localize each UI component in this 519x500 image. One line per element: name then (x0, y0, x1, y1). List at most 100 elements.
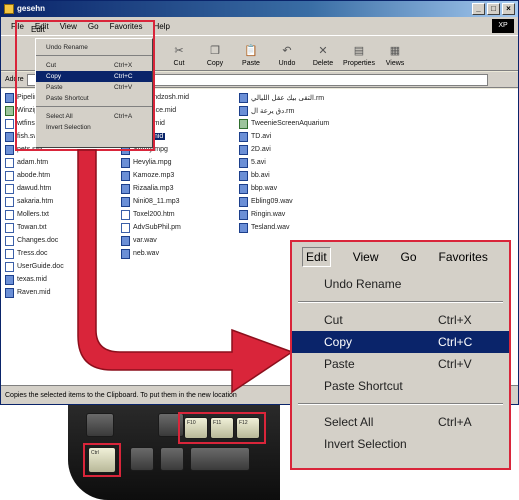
file-item[interactable]: var.wav (121, 234, 189, 247)
file-name: Tesland.wav (251, 224, 290, 231)
file-item[interactable]: Nini08_11.mp3 (121, 195, 189, 208)
file-item[interactable]: UserGuide.doc (5, 260, 64, 273)
menu-item-label: Cut (46, 62, 57, 69)
menu-item-paste[interactable]: Paste Ctrl+V (292, 353, 509, 375)
small-menu-edit[interactable]: Edit (31, 25, 45, 34)
doc-file-icon (5, 157, 14, 168)
file-name: AdvSubPhil.pm (133, 224, 181, 231)
file-item[interactable]: انا كلام الغلم.avi (111, 351, 170, 364)
file-item[interactable]: Toxel200.htm (121, 208, 189, 221)
file-name: bbp.wav (251, 185, 278, 192)
file-name: Tress.doc (17, 250, 48, 257)
menu-item-paste-shortcut[interactable]: Paste Shortcut (292, 375, 509, 397)
file-item[interactable]: Tesland.wav (239, 221, 329, 234)
file-item[interactable]: التقى بيك عقل الليالي.rm (239, 91, 329, 104)
media-file-icon (239, 131, 248, 142)
folder-icon (4, 4, 14, 14)
menu-item-copy[interactable]: Copy Ctrl+C (292, 331, 509, 353)
doc-file-icon (121, 222, 130, 233)
copy-button[interactable]: ❐ Copy (197, 36, 233, 70)
menu-item-invert-selection[interactable]: Invert Selection (292, 433, 509, 455)
file-item[interactable]: 5.avi (239, 156, 329, 169)
zoomed-edit-dropdown: Undo Rename Cut Ctrl+X Copy Ctrl+C Paste Ctrl+… (292, 273, 509, 468)
file-item[interactable]: Changes.doc (5, 234, 64, 247)
file-item[interactable]: Rizaalia.mp3 (121, 182, 189, 195)
file-item[interactable]: دق يرعة ال.rm (239, 104, 329, 117)
paste-button[interactable]: 📋 Paste (233, 36, 269, 70)
file-item[interactable]: Kamoze.mp3 (121, 169, 189, 182)
media-file-icon (121, 157, 130, 168)
menu-item-label: Select All (46, 113, 73, 120)
file-name: UserGuide.doc (17, 263, 64, 270)
menu-item-select-all[interactable]: Select All Ctrl+A (292, 411, 509, 433)
media-file-icon (239, 209, 248, 220)
file-item[interactable]: neb.wav (121, 247, 189, 260)
file-name: Ringin.wav (251, 211, 286, 218)
delete-button[interactable]: ✕ Delete (305, 36, 341, 70)
file-name: Toxel200.htm (133, 211, 175, 218)
views-button[interactable]: ▦ Views (377, 36, 413, 70)
menu-item-shortcut: Ctrl+V (438, 357, 472, 371)
menu-item-undo-rename[interactable]: Undo Rename (36, 42, 152, 53)
menu-item-paste[interactable]: Paste Ctrl+V (36, 82, 152, 93)
menu-help[interactable]: Help (153, 22, 169, 31)
zoomed-menu-view[interactable]: View (353, 250, 379, 264)
file-item[interactable]: TD.avi (239, 130, 329, 143)
menu-item-paste-shortcut[interactable]: Paste Shortcut (36, 93, 152, 104)
media-file-icon (239, 170, 248, 181)
cut-button[interactable]: ✂ Cut (161, 36, 197, 70)
menu-item-cut[interactable]: Cut Ctrl+X (36, 60, 152, 71)
zoomed-menu-favorites[interactable]: Favorites (439, 250, 488, 264)
menu-item-shortcut: Ctrl+V (114, 84, 133, 91)
menu-item-select-all[interactable]: Select All Ctrl+A (36, 111, 152, 122)
file-item[interactable]: dawud.htm (5, 182, 64, 195)
file-item[interactable]: Raven.mid (5, 286, 64, 299)
small-edit-menu-callout: Edit Undo Rename Cut Ctrl+X Copy Ctrl+C Paste… (15, 20, 155, 151)
file-item[interactable]: bbp.wav (239, 182, 329, 195)
media-file-icon (111, 352, 120, 363)
file-item[interactable]: 2D.avi (239, 143, 329, 156)
media-file-icon (239, 92, 248, 103)
minimize-button[interactable]: _ (472, 3, 485, 15)
properties-button[interactable]: ▤ Properties (341, 36, 377, 70)
file-item[interactable]: adam.htm (5, 156, 64, 169)
file-item[interactable]: Towan.txt (5, 221, 64, 234)
file-name: Kamoze.mp3 (133, 172, 175, 179)
file-item[interactable]: Mollers.txt (5, 208, 64, 221)
file-item[interactable]: sakaria.htm (5, 195, 64, 208)
file-name: Mollers.txt (17, 211, 49, 218)
media-file-icon (239, 196, 248, 207)
windows-logo: XP (492, 19, 514, 33)
file-item[interactable]: Ringin.wav (239, 208, 329, 221)
media-file-icon (5, 131, 14, 142)
file-item[interactable]: AdvSubPhil.pm (121, 221, 189, 234)
file-name: دق يرعة ال.rm (251, 107, 295, 115)
doc-file-icon (121, 209, 130, 220)
file-item[interactable]: texas.mid (5, 273, 64, 286)
media-file-icon (5, 274, 14, 285)
file-item[interactable]: TweenieScreenAquarium (239, 117, 329, 130)
doc-file-icon (5, 196, 14, 207)
zoomed-menu-go[interactable]: Go (400, 250, 416, 264)
file-item[interactable]: abode.htm (5, 169, 64, 182)
maximize-button[interactable]: □ (487, 3, 500, 15)
file-item[interactable]: bb.avi (239, 169, 329, 182)
doc-file-icon (5, 248, 14, 259)
file-name: 2D.avi (251, 146, 271, 153)
file-item[interactable]: Ebling09.wav (239, 195, 329, 208)
menu-item-copy[interactable]: Copy Ctrl+C (36, 71, 152, 82)
file-name: Raven.mid (17, 289, 51, 296)
undo-button[interactable]: ↶ Undo (269, 36, 305, 70)
menu-item-undo-rename[interactable]: Undo Rename (292, 273, 509, 295)
menu-item-invert-selection[interactable]: Invert Selection (36, 122, 152, 133)
file-name: TD.avi (251, 133, 272, 140)
file-item[interactable]: Tress.doc (5, 247, 64, 260)
media-file-icon (239, 183, 248, 194)
properties-icon: ▤ (353, 45, 365, 57)
menu-item-cut[interactable]: Cut Ctrl+X (292, 309, 509, 331)
zoomed-menu-edit[interactable]: Edit (302, 247, 331, 267)
close-button[interactable]: × (502, 3, 515, 15)
menu-item-label: Paste Shortcut (46, 95, 89, 102)
file-item[interactable]: Hevylia.mpg (121, 156, 189, 169)
menu-item-shortcut: Ctrl+A (114, 113, 133, 120)
